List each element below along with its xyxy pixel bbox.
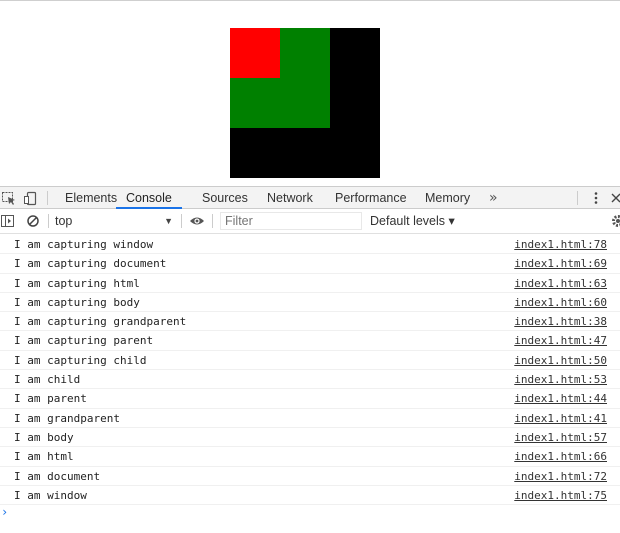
console-message-text: I am body <box>14 430 74 444</box>
source-link[interactable]: index1.html:44 <box>514 392 607 405</box>
console-message-text: I am capturing parent <box>14 334 154 348</box>
console-message-text: I am parent <box>14 392 87 406</box>
source-link[interactable]: index1.html:63 <box>514 277 607 290</box>
devtools-toolbar: Elements Console Sources Network Perform… <box>0 186 620 209</box>
filter-input[interactable] <box>220 212 362 230</box>
toolbar-divider <box>181 214 182 228</box>
device-toolbar-icon[interactable] <box>23 190 39 206</box>
source-link[interactable]: index1.html:60 <box>514 296 607 309</box>
console-message-row: I am parent index1.html:44 <box>0 389 620 409</box>
tab-performance[interactable]: Performance <box>335 187 407 209</box>
console-message-row: I am capturing window index1.html:78 <box>0 235 620 255</box>
tab-memory[interactable]: Memory <box>425 187 470 209</box>
source-link[interactable]: index1.html:66 <box>514 450 607 463</box>
default-levels-dropdown[interactable]: Default levels ▾ <box>370 212 455 230</box>
parent-box[interactable] <box>230 28 330 128</box>
toolbar-divider <box>47 191 48 205</box>
source-link[interactable]: index1.html:69 <box>514 257 607 270</box>
console-message-row: I am body index1.html:57 <box>0 428 620 448</box>
toolbar-divider <box>48 214 49 228</box>
clear-console-icon[interactable] <box>25 213 41 229</box>
console-message-text: I am capturing window <box>14 238 154 251</box>
source-link[interactable]: index1.html:38 <box>514 315 607 328</box>
page-viewport <box>0 0 620 186</box>
console-message-row: I am capturing parent index1.html:47 <box>0 331 620 351</box>
console-message-text: I am capturing grandparent <box>14 315 187 329</box>
console-message-row: I am capturing child index1.html:50 <box>0 351 620 371</box>
console-filter-bar: top ▼ Default levels ▾ <box>0 209 620 234</box>
grandparent-box[interactable] <box>230 28 380 178</box>
source-link[interactable]: index1.html:57 <box>514 431 607 444</box>
dropdown-arrow-icon: ▼ <box>164 216 173 226</box>
tab-sources[interactable]: Sources <box>202 187 248 209</box>
console-message-text: I am document <box>14 469 101 483</box>
console-message-text: I am capturing document <box>14 257 167 271</box>
console-prompt[interactable]: › <box>1 505 8 519</box>
console-message-row: I am child index1.html:53 <box>0 370 620 390</box>
context-selector-value: top <box>55 214 73 228</box>
kebab-menu-icon[interactable] <box>588 190 604 206</box>
console-message-text: I am window <box>14 488 87 502</box>
show-sidebar-icon[interactable] <box>0 213 16 229</box>
console-message-text: I am capturing body <box>14 295 140 309</box>
console-message-row: I am document index1.html:72 <box>0 467 620 486</box>
console-message-row: I am grandparent index1.html:41 <box>0 409 620 428</box>
tab-network[interactable]: Network <box>267 187 313 209</box>
console-message-text: I am capturing child <box>14 353 147 367</box>
console-message-row: I am capturing body index1.html:60 <box>0 293 620 313</box>
source-link[interactable]: index1.html:41 <box>514 412 607 425</box>
close-icon[interactable] <box>608 190 620 206</box>
console-message-text: I am html <box>14 450 74 464</box>
console-message-row: I am window index1.html:75 <box>0 486 620 506</box>
console-message-text: I am capturing html <box>14 276 140 290</box>
tab-console[interactable]: Console <box>116 187 182 209</box>
eye-icon[interactable] <box>189 213 205 229</box>
child-box[interactable] <box>230 28 280 78</box>
settings-gear-icon[interactable] <box>610 213 620 229</box>
source-link[interactable]: index1.html:50 <box>514 354 607 367</box>
console-message-row: I am capturing html index1.html:63 <box>0 274 620 293</box>
more-tabs-button[interactable]: » <box>489 187 498 209</box>
toolbar-divider <box>577 191 578 205</box>
console-message-text: I am child <box>14 373 81 387</box>
toolbar-divider <box>212 214 213 228</box>
console-messages: I am capturing window index1.html:78 I am … <box>0 235 620 506</box>
source-link[interactable]: index1.html:78 <box>514 238 607 251</box>
source-link[interactable]: index1.html:53 <box>514 373 607 386</box>
console-message-text: I am grandparent <box>14 411 120 425</box>
console-message-row: I am capturing grandparent index1.html:38 <box>0 312 620 332</box>
console-message-row: I am capturing document index1.html:69 <box>0 254 620 274</box>
console-message-row: I am html index1.html:66 <box>0 447 620 467</box>
source-link[interactable]: index1.html:72 <box>514 470 607 483</box>
context-selector[interactable]: top ▼ <box>55 212 177 230</box>
tab-elements[interactable]: Elements <box>65 187 117 209</box>
inspect-element-icon[interactable] <box>1 190 17 206</box>
source-link[interactable]: index1.html:75 <box>514 489 607 502</box>
source-link[interactable]: index1.html:47 <box>514 334 607 347</box>
